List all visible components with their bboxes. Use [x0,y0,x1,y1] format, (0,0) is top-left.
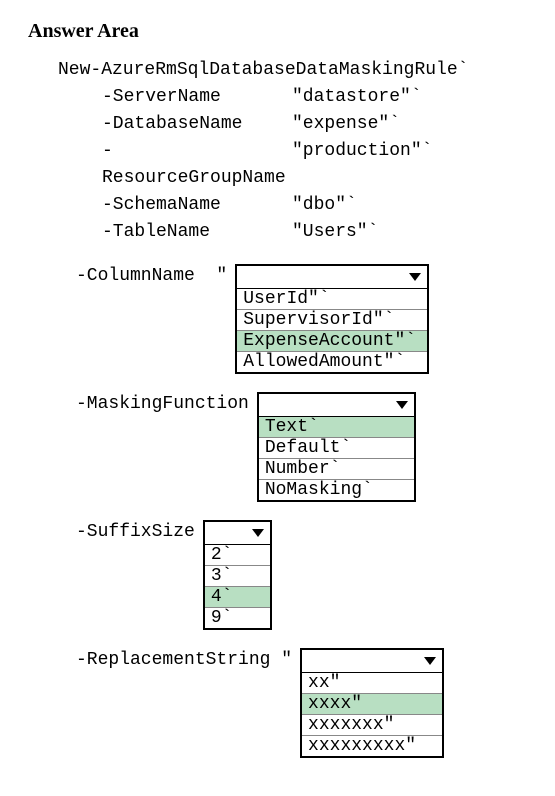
param-schemaname: -SchemaName "dbo"` [102,192,543,219]
param-name: -ResourceGroupName [102,138,292,192]
maskingfunction-dropdown[interactable]: Text` Default` Number` NoMasking` [257,392,416,502]
suffixsize-label: -SuffixSize [76,520,195,542]
param-value: "production"` [292,138,432,192]
dropdown-option[interactable]: xxxx" [302,694,442,715]
replacementstring-dropdown[interactable]: xx" xxxx" xxxxxxx" xxxxxxxxx" [300,648,444,758]
command-line: New-AzureRmSqlDatabaseDataMaskingRule` [58,57,543,84]
dropdown-option[interactable]: 2` [205,545,270,566]
dropdown-option[interactable]: 9` [205,608,270,628]
param-databasename: -DatabaseName "expense"` [102,111,543,138]
dropdown-option[interactable]: NoMasking` [259,480,414,500]
dropdown-option[interactable]: 3` [205,566,270,587]
param-value: "expense"` [292,111,400,138]
code-block: New-AzureRmSqlDatabaseDataMaskingRule` -… [28,57,543,246]
chevron-down-icon [394,397,410,413]
dropdown-option[interactable]: xx" [302,673,442,694]
param-resourcegroupname: -ResourceGroupName "production"` [102,138,543,192]
replacementstring-section: -ReplacementString " xx" xxxx" xxxxxxx" … [76,648,543,758]
columnname-dropdown[interactable]: UserId"` SupervisorId"` ExpenseAccount"`… [235,264,429,374]
chevron-down-icon [422,653,438,669]
dropdown-option[interactable]: ExpenseAccount"` [237,331,427,352]
dropdown-option[interactable]: xxxxxxxxx" [302,736,442,756]
param-value: "Users"` [292,219,378,246]
param-name: -DatabaseName [102,111,292,138]
dropdown-option[interactable]: Text` [259,417,414,438]
maskingfunction-label: -MaskingFunction [76,392,249,414]
param-name: -ServerName [102,84,292,111]
dropdown-option[interactable]: Number` [259,459,414,480]
answer-area-heading: Answer Area [28,20,543,43]
param-value: "dbo"` [292,192,357,219]
param-servername: -ServerName "datastore"` [102,84,543,111]
dropdown-header[interactable] [237,266,427,289]
dropdown-header[interactable] [205,522,270,545]
suffixsize-dropdown[interactable]: 2` 3` 4` 9` [203,520,272,630]
columnname-label: -ColumnName " [76,264,227,286]
replacementstring-label: -ReplacementString " [76,648,292,670]
dropdown-option[interactable]: xxxxxxx" [302,715,442,736]
dropdown-option[interactable]: UserId"` [237,289,427,310]
dropdown-option[interactable]: Default` [259,438,414,459]
param-value: "datastore"` [292,84,422,111]
chevron-down-icon [407,269,423,285]
dropdown-header[interactable] [259,394,414,417]
suffixsize-section: -SuffixSize 2` 3` 4` 9` [76,520,543,630]
param-name: -SchemaName [102,192,292,219]
dropdown-option[interactable]: SupervisorId"` [237,310,427,331]
param-name: -TableName [102,219,292,246]
dropdown-header[interactable] [302,650,442,673]
dropdown-option[interactable]: AllowedAmount"` [237,352,427,372]
param-tablename: -TableName "Users"` [102,219,543,246]
columnname-section: -ColumnName " UserId"` SupervisorId"` Ex… [76,264,543,374]
maskingfunction-section: -MaskingFunction Text` Default` Number` … [76,392,543,502]
dropdown-option[interactable]: 4` [205,587,270,608]
chevron-down-icon [250,525,266,541]
